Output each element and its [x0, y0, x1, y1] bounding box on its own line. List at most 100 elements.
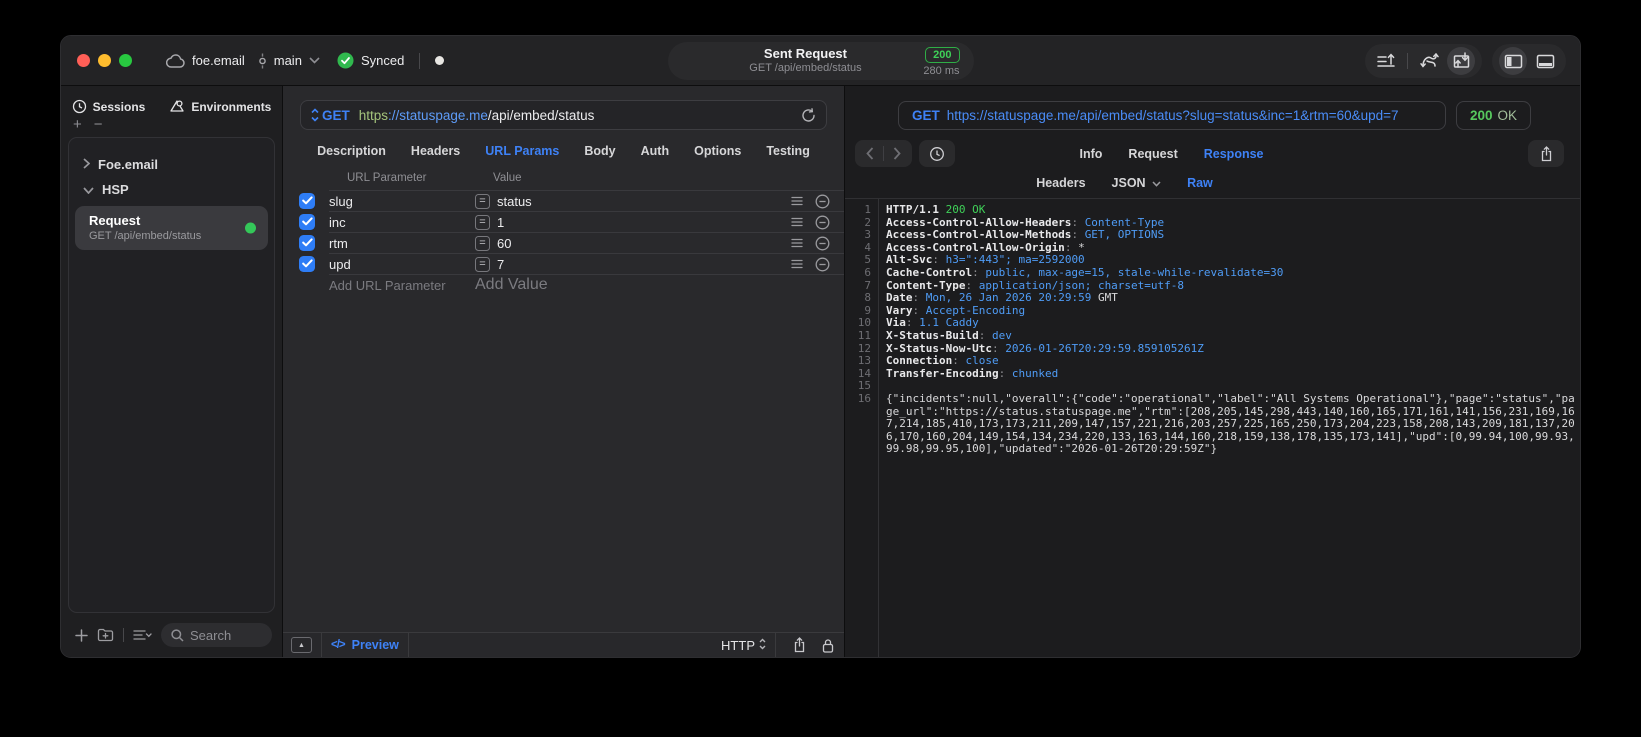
back-icon[interactable]: [859, 143, 881, 165]
chevron-right-icon[interactable]: [83, 157, 91, 172]
param-row[interactable]: slug = status: [283, 190, 844, 211]
param-add-row[interactable]: Add URL Parameter Add Value: [283, 274, 844, 295]
param-name-header: URL Parameter: [347, 172, 427, 184]
param-row[interactable]: rtm = 60: [283, 232, 844, 253]
param-name[interactable]: rtm: [329, 236, 475, 251]
new-request-button[interactable]: [75, 628, 88, 642]
url-host[interactable]: ://statuspage.me: [388, 108, 488, 123]
app-window: foe.email main Synced Sent Request GET /…: [60, 35, 1581, 658]
param-value[interactable]: 7: [497, 257, 504, 272]
minimize-window-button[interactable]: [98, 54, 111, 67]
url-scheme[interactable]: https: [359, 108, 388, 123]
url-params-table: URL Parameter Value slug = status inc = 1 rtm =…: [283, 169, 844, 632]
line-number: 4: [864, 240, 871, 254]
param-value[interactable]: status: [497, 194, 532, 209]
param-name[interactable]: upd: [329, 257, 475, 272]
url-path[interactable]: /api/embed/status: [488, 108, 595, 123]
param-checkbox[interactable]: [299, 234, 315, 251]
tab-environments[interactable]: Environments: [169, 99, 271, 114]
tab-info[interactable]: Info: [1080, 147, 1103, 161]
preview-button[interactable]: </> Preview: [331, 638, 399, 652]
resend-icon[interactable]: [801, 107, 816, 123]
request-method[interactable]: GET: [322, 108, 350, 123]
param-value[interactable]: 60: [497, 236, 511, 251]
param-name[interactable]: slug: [329, 194, 475, 209]
line-number: 2: [864, 215, 871, 229]
tab-sessions[interactable]: Sessions: [72, 99, 145, 114]
export-response-button[interactable]: [1528, 140, 1564, 167]
subtab-headers[interactable]: Headers: [1036, 176, 1085, 190]
param-checkbox[interactable]: [299, 213, 315, 230]
param-checkbox[interactable]: [299, 255, 315, 272]
new-folder-button[interactable]: [97, 628, 114, 642]
import-export-icon[interactable]: [1372, 47, 1400, 75]
subtab-raw[interactable]: Raw: [1187, 176, 1213, 190]
bottom-panel-toggle-icon[interactable]: [1531, 47, 1559, 75]
param-options-icon[interactable]: [791, 259, 803, 269]
request-url-bar[interactable]: GET https://statuspage.me/api/embed/stat…: [300, 100, 827, 130]
tab-headers[interactable]: Headers: [411, 144, 460, 158]
sidebar-item-request[interactable]: Request GET /api/embed/status: [75, 206, 268, 250]
search-input[interactable]: Search: [161, 623, 272, 647]
sidebar-toggle-icon[interactable]: [1499, 47, 1527, 75]
remove-param-icon[interactable]: [815, 215, 830, 230]
param-name[interactable]: inc: [329, 215, 475, 230]
project-name[interactable]: foe.email: [192, 53, 245, 68]
line-number: 5: [864, 253, 871, 267]
send-receive-panel-icon[interactable]: [1447, 47, 1475, 75]
protocol-selector[interactable]: HTTP: [721, 638, 766, 653]
session-dot-icon[interactable]: [435, 56, 445, 65]
lock-icon[interactable]: [822, 638, 834, 653]
response-line: 16 {"incidents":null,"overall":{"code":"o…: [845, 392, 1580, 456]
param-value[interactable]: 1: [497, 215, 504, 230]
branch-icon: [258, 53, 267, 69]
add-session-button[interactable]: +: [73, 117, 82, 134]
sidebar: Sessions Environments + − Foe.email HSP …: [61, 86, 283, 657]
merge-arrows-icon[interactable]: [1415, 47, 1443, 75]
code-text: Transfer-Encoding: chunked: [886, 366, 1059, 380]
tab-auth[interactable]: Auth: [641, 144, 669, 158]
param-options-icon[interactable]: [791, 238, 803, 248]
protocol-label: HTTP: [721, 637, 755, 653]
sidebar-tabs: Sessions Environments: [61, 86, 282, 120]
tab-options[interactable]: Options: [694, 144, 741, 158]
remove-session-button[interactable]: −: [94, 117, 103, 134]
project-info: foe.email main Synced: [166, 52, 445, 69]
sort-filter-button[interactable]: [133, 629, 152, 641]
zoom-window-button[interactable]: [119, 54, 132, 67]
tab-url-params[interactable]: URL Params: [485, 144, 559, 158]
branch-chevron-down-icon[interactable]: [309, 57, 320, 64]
tree-group-foe-email[interactable]: Foe.email: [75, 152, 268, 177]
remove-param-icon[interactable]: [815, 236, 830, 251]
request-duration: 280 ms: [923, 65, 960, 77]
equals-icon: =: [475, 214, 490, 230]
param-options-icon[interactable]: [791, 196, 803, 206]
add-param-value-field[interactable]: Add Value: [475, 276, 548, 294]
close-window-button[interactable]: [77, 54, 90, 67]
tab-response[interactable]: Response: [1204, 147, 1264, 161]
add-param-name-field[interactable]: Add URL Parameter: [329, 278, 475, 293]
tab-testing[interactable]: Testing: [766, 144, 810, 158]
share-icon[interactable]: [793, 637, 806, 653]
tree-group-label: Foe.email: [98, 157, 158, 172]
subtab-json[interactable]: JSON: [1112, 176, 1162, 190]
tree-group-hsp[interactable]: HSP: [75, 177, 268, 202]
param-row[interactable]: upd = 7: [283, 253, 844, 274]
titlebar: foe.email main Synced Sent Request GET /…: [61, 36, 1580, 86]
response-code[interactable]: 1 HTTP/1.1 200 OK 2 Access-Control-Allow-He…: [845, 199, 1580, 657]
branch-name[interactable]: main: [274, 53, 302, 68]
protocol-stepper-icon: [759, 638, 766, 653]
remove-param-icon[interactable]: [815, 257, 830, 272]
param-row[interactable]: inc = 1: [283, 211, 844, 232]
request-summary-pill[interactable]: Sent Request GET /api/embed/status 200 2…: [667, 42, 974, 80]
method-stepper-icon[interactable]: [311, 108, 319, 122]
param-checkbox[interactable]: [299, 192, 315, 209]
collapse-panel-button[interactable]: ▲: [291, 637, 312, 653]
chevron-down-icon[interactable]: [83, 182, 94, 197]
tab-description[interactable]: Description: [317, 144, 386, 158]
tab-body[interactable]: Body: [584, 144, 615, 158]
param-options-icon[interactable]: [791, 217, 803, 227]
remove-param-icon[interactable]: [815, 194, 830, 209]
tab-request[interactable]: Request: [1128, 147, 1177, 161]
sent-request-url[interactable]: GET https://statuspage.me/api/embed/stat…: [898, 101, 1446, 130]
